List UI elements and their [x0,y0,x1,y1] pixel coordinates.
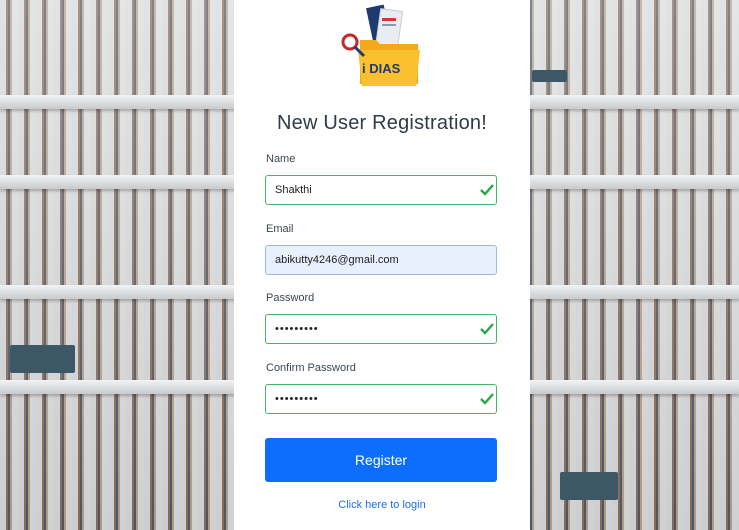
confirm-password-label: Confirm Password [266,362,356,374]
check-icon [480,393,494,405]
name-field[interactable] [265,175,497,205]
email-label: Email [266,223,294,235]
name-label: Name [266,153,296,165]
idias-logo: i DIAS [341,4,420,86]
confirm-password-field[interactable] [265,384,497,414]
check-icon [480,323,494,335]
check-icon [480,184,494,196]
password-field[interactable] [265,314,497,344]
page-title: New User Registration! [276,112,488,134]
register-button[interactable]: Register [265,438,497,482]
logo-text: i DIAS [362,61,401,76]
email-field[interactable] [265,245,497,275]
password-label: Password [266,292,315,304]
login-link[interactable]: Click here to login [234,499,530,511]
